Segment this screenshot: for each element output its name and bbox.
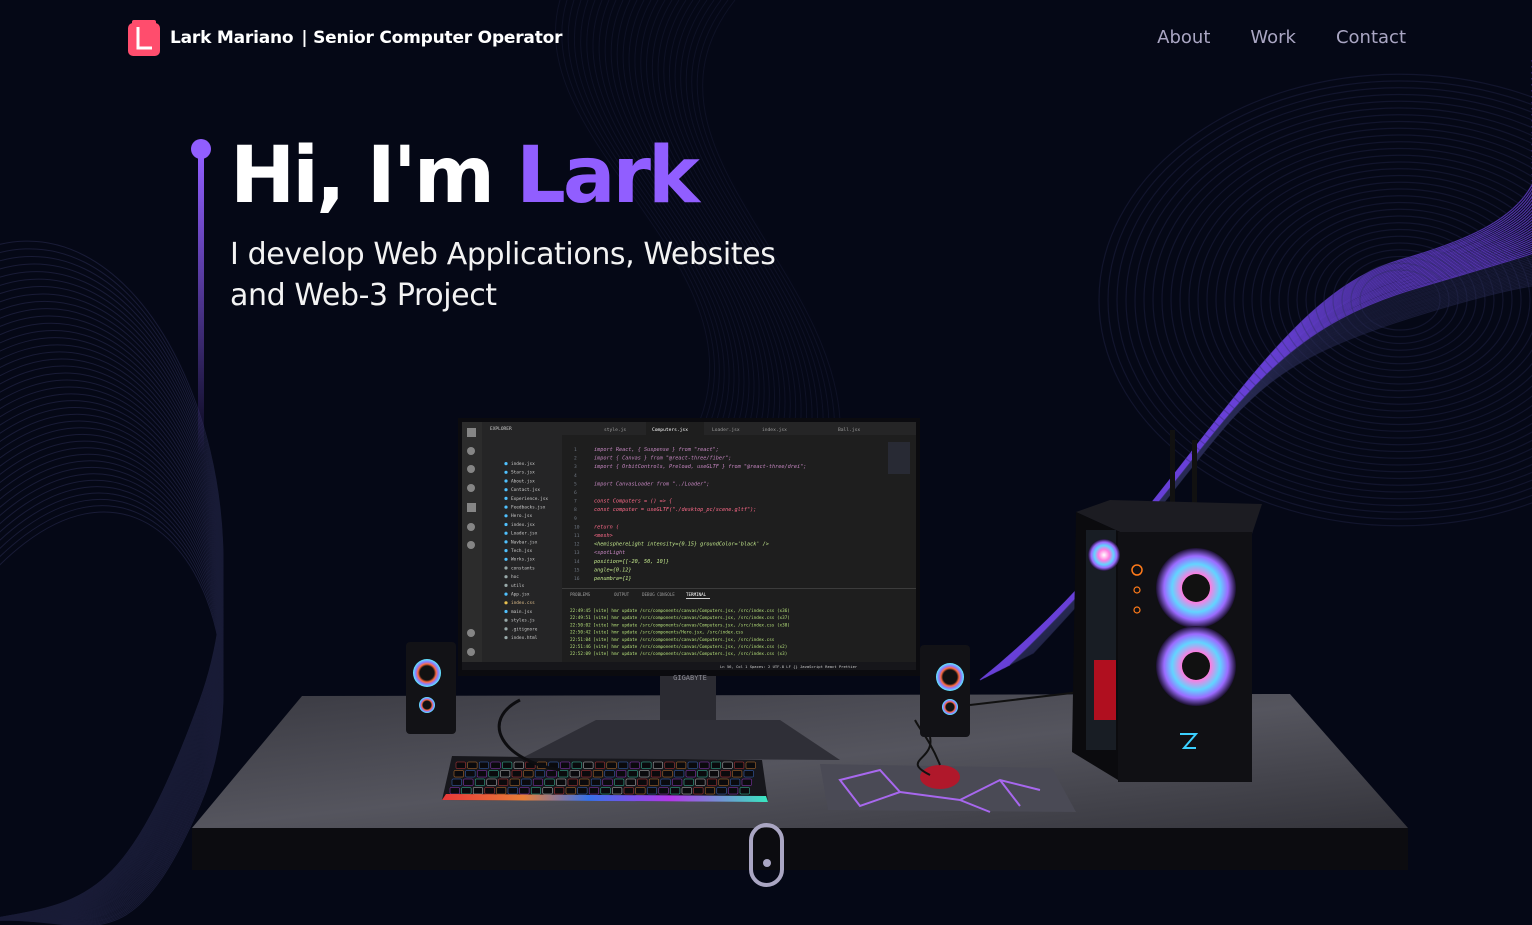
desktop-pc-scene[interactable]: GIGABYTE EXPLORER index.jsx Stars.jsx Abou…	[0, 0, 1532, 925]
panel-tab[interactable]: PROBLEMS	[570, 592, 591, 597]
code-line: const computer = useGLTF("./desktop_pc/s…	[594, 507, 756, 513]
line-number: 12	[574, 542, 580, 548]
line-number: 15	[574, 567, 580, 573]
explorer-file[interactable]: index.html	[511, 635, 538, 641]
explorer-file[interactable]: Experience.jsx	[511, 496, 548, 502]
explorer-file[interactable]: About.jsx	[511, 478, 535, 484]
line-number: 9	[574, 516, 577, 522]
line-number: 10	[574, 524, 580, 530]
line-number: 11	[574, 533, 580, 539]
explorer-file[interactable]: Loader.jsx	[511, 531, 538, 537]
code-line: <hemisphereLight intensity={0.15} ground…	[594, 542, 769, 548]
panel-tab[interactable]: TERMINAL	[686, 592, 707, 597]
terminal-line: 22:49:45 [vite] hmr update /src/componen…	[570, 608, 790, 614]
mouse	[920, 765, 960, 789]
explorer-file[interactable]: hoc	[511, 574, 519, 580]
line-number: 13	[574, 550, 580, 556]
explorer-file[interactable]: index.jsx	[511, 522, 535, 528]
code-line: penumbra={1}	[594, 576, 631, 582]
explorer-file[interactable]: utils	[511, 583, 525, 589]
terminal-line: 22:50:42 [vite] hmr update /src/componen…	[570, 630, 744, 636]
terminal-line: 22:49:51 [vite] hmr update /src/componen…	[570, 615, 790, 621]
code-line: position={[-20, 50, 10]}	[594, 559, 669, 565]
explorer-file[interactable]: main.jsx	[511, 609, 533, 615]
editor-tab[interactable]: Loader.jsx	[712, 427, 740, 433]
explorer-title: EXPLORER	[490, 426, 512, 432]
code-line: const Computers = () => {	[594, 499, 672, 505]
terminal-line: 22:51:04 [vite] hmr update /src/componen…	[570, 637, 775, 643]
explorer-file[interactable]: Contact.jsx	[511, 487, 540, 493]
explorer-file[interactable]: App.jsx	[511, 592, 530, 598]
scroll-down-button[interactable]	[749, 823, 784, 887]
explorer-file[interactable]: index.jsx	[511, 461, 535, 467]
line-number: 5	[574, 481, 577, 487]
explorer-file[interactable]: styles.js	[511, 618, 535, 624]
explorer-file[interactable]: Feedbacks.jsx	[511, 505, 546, 511]
code-line: <spotLight	[594, 550, 625, 556]
explorer-file[interactable]: index.css	[511, 600, 535, 606]
line-number: 1	[574, 447, 577, 453]
explorer-file[interactable]: Tech.jsx	[511, 548, 533, 554]
right-speaker	[920, 645, 970, 737]
editor-tab[interactable]: style.js	[604, 427, 626, 433]
terminal-line: 22:51:46 [vite] hmr update /src/componen…	[570, 644, 787, 650]
monitor-brand: GIGABYTE	[673, 674, 707, 682]
code-line: return (	[594, 524, 619, 530]
code-line: angle={0.12}	[594, 567, 631, 573]
code-line: import { OrbitControls, Preload, useGLTF…	[594, 464, 806, 470]
editor-tab[interactable]: Computers.jsx	[652, 427, 688, 433]
desk-front	[192, 828, 1408, 870]
terminal-line: 22:50:02 [vite] hmr update /src/componen…	[570, 622, 790, 628]
explorer-file[interactable]: constants	[511, 565, 535, 571]
explorer-file[interactable]: .gitignore	[511, 626, 538, 632]
line-number: 14	[574, 559, 580, 565]
explorer-file[interactable]: Works.jsx	[511, 557, 535, 563]
panel-tab[interactable]: DEBUG CONSOLE	[642, 592, 675, 597]
pc-case	[1072, 430, 1262, 782]
line-number: 6	[574, 490, 577, 496]
left-speaker	[406, 642, 456, 734]
code-line: import React, { Suspense } from "react";	[594, 447, 719, 453]
explorer-file[interactable]: Hero.jsx	[511, 513, 533, 519]
panel-tab[interactable]: OUTPUT	[614, 592, 630, 597]
code-line: import { Canvas } from "@react-three/fib…	[594, 456, 731, 462]
explorer-file[interactable]: Navbar.jsx	[511, 539, 538, 545]
terminal-line: 22:52:09 [vite] hmr update /src/componen…	[570, 651, 787, 657]
editor-tab[interactable]: Ball.jsx	[838, 427, 860, 433]
line-number: 16	[574, 576, 580, 582]
code-line: <mesh>	[594, 533, 613, 539]
code-line: import CanvasLoader from "../Loader";	[594, 481, 710, 487]
line-number: 8	[574, 507, 577, 513]
editor-tab[interactable]: index.jsx	[762, 427, 787, 433]
line-number: 3	[574, 464, 577, 470]
line-number: 2	[574, 456, 577, 462]
status-bar-right: Ln 56, Col 1 Spaces: 2 UTF-8 LF {} JavaS…	[720, 664, 858, 669]
line-number: 7	[574, 499, 577, 505]
line-number: 4	[574, 473, 577, 479]
explorer-file[interactable]: Stars.jsx	[511, 470, 535, 476]
scroll-dot-icon	[763, 859, 771, 867]
